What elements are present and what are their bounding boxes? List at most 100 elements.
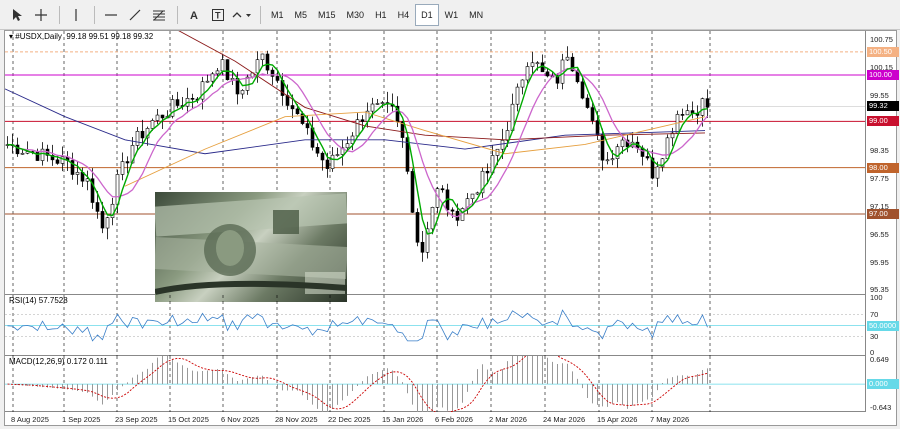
- date-label: 6 Feb 2026: [435, 415, 473, 424]
- date-label: 22 Dec 2025: [328, 415, 371, 424]
- candle-body: [155, 114, 160, 121]
- timeframe-group: M1 M5 M15 M30 H1 H4 D1 W1 MN: [266, 3, 489, 26]
- price-tag: 99.32: [867, 101, 899, 112]
- candle-body: [665, 137, 670, 160]
- vertical-line-icon[interactable]: [65, 4, 87, 26]
- date-label: 15 Apr 2026: [597, 415, 638, 424]
- candle-body: [700, 98, 705, 116]
- candle-body: [125, 161, 130, 164]
- candle-body: [55, 159, 60, 164]
- date-label: 6 Nov 2025: [221, 415, 260, 424]
- timeframe-mn[interactable]: MN: [464, 4, 488, 26]
- candle-body: [545, 71, 550, 77]
- price-axis[interactable]: 100.75100.1599.5598.9598.3597.7597.1596.…: [865, 31, 899, 295]
- price-chart[interactable]: [4, 28, 865, 295]
- candle-body: [265, 53, 270, 71]
- macd-label: 0.649: [870, 355, 889, 364]
- candle-body: [100, 211, 105, 229]
- timeframe-h1[interactable]: H1: [370, 4, 392, 26]
- candle-body: [470, 193, 475, 199]
- price-pane[interactable]: ▾ #USDX,Daily 99.18 99.51 99.18 99.32: [4, 28, 865, 302]
- timeframe-m1[interactable]: M1: [266, 4, 289, 26]
- toolbar-divider: [94, 5, 95, 24]
- price-label: 100.75: [870, 35, 893, 45]
- crosshair-icon[interactable]: [30, 4, 52, 26]
- candle-body: [705, 98, 710, 108]
- rsi-axis[interactable]: 100 70 30 0 50.0000: [865, 293, 899, 357]
- svg-text:T: T: [215, 10, 221, 20]
- timeframe-m5[interactable]: M5: [290, 4, 313, 26]
- candle-body: [375, 103, 380, 105]
- price-label: 95.95: [870, 257, 889, 267]
- candle-body: [15, 144, 20, 155]
- macd-label: -0.643: [870, 403, 892, 412]
- candle-body: [605, 159, 610, 162]
- candle-body: [380, 102, 385, 104]
- time-axis[interactable]: 8 Aug 2025 1 Sep 2025 23 Sep 2025 15 Oct 20…: [5, 412, 898, 427]
- candle-body: [255, 59, 260, 74]
- rsi-label: 70: [870, 309, 879, 319]
- dollar-banknotes-image: [155, 192, 347, 302]
- date-label: 1 Sep 2025: [62, 415, 101, 424]
- date-label: 23 Sep 2025: [115, 415, 158, 424]
- rsi-chart[interactable]: [5, 295, 865, 356]
- toolbar-divider: [177, 5, 178, 24]
- candle-body: [305, 123, 310, 129]
- cursor-icon[interactable]: [6, 4, 28, 26]
- candle-body: [345, 143, 350, 149]
- date-label: 28 Nov 2025: [275, 415, 318, 424]
- fibonacci-icon[interactable]: [148, 4, 170, 26]
- candle-body: [20, 152, 25, 155]
- candle-body: [600, 134, 605, 161]
- chart-toolbar: A T M1 M5 M15 M30 H1 H4 D1 W1 MN: [0, 0, 900, 30]
- date-label: 2 Mar 2026: [489, 415, 527, 424]
- macd-chart[interactable]: [5, 344, 865, 422]
- rsi-title: RSI(14) 57.7528: [9, 296, 68, 305]
- candle-body: [275, 76, 280, 81]
- ohlc-values: 99.18 99.51 99.18 99.32: [66, 32, 154, 41]
- timeframe-m30[interactable]: M30: [342, 4, 370, 26]
- rsi-pane[interactable]: RSI(14) 57.7528: [5, 295, 865, 356]
- candle-body: [515, 86, 520, 105]
- candle-body: [485, 170, 490, 174]
- trendline-icon[interactable]: [124, 4, 146, 26]
- chart-title: ▾ #USDX,Daily 99.18 99.51 99.18 99.32: [9, 32, 153, 41]
- candle-body: [585, 97, 590, 108]
- timeframe-w1[interactable]: W1: [440, 4, 464, 26]
- date-label: 15 Oct 2025: [168, 415, 209, 424]
- candle-body: [610, 158, 615, 161]
- text-icon[interactable]: A: [183, 4, 205, 26]
- candle-body: [450, 209, 455, 212]
- candle-body: [415, 212, 420, 243]
- candle-body: [190, 98, 195, 100]
- symbol-title: #USDX,Daily: [15, 32, 62, 41]
- candle-body: [230, 77, 235, 81]
- candle-body: [335, 154, 340, 156]
- svg-text:A: A: [190, 10, 198, 22]
- candle-body: [530, 62, 535, 67]
- date-label: 7 May 2026: [650, 415, 690, 424]
- macd-axis[interactable]: 0.649 -0.643 0.000: [865, 355, 899, 412]
- candle-body: [410, 171, 415, 213]
- macd-pane[interactable]: MACD(12,26,9) 0.172 0.111: [5, 344, 865, 422]
- candle-body: [520, 79, 525, 88]
- candle-body: [150, 120, 155, 129]
- horizontal-line-icon[interactable]: [100, 4, 122, 26]
- candle-body: [430, 207, 435, 230]
- candle-body: [440, 188, 445, 191]
- candle-body: [590, 107, 595, 121]
- candle-body: [315, 147, 320, 154]
- timeframe-d1[interactable]: D1: [415, 3, 439, 26]
- macd-title: MACD(12,26,9) 0.172 0.111: [9, 357, 108, 366]
- shapes-icon[interactable]: [231, 4, 253, 26]
- candle-body: [105, 217, 110, 229]
- ma-long-line: [174, 28, 706, 141]
- text-label-icon[interactable]: T: [207, 4, 229, 26]
- timeframe-h4[interactable]: H4: [393, 4, 415, 26]
- candle-body: [120, 161, 125, 175]
- candle-body: [95, 202, 100, 212]
- candle-body: [355, 119, 360, 137]
- timeframe-m15[interactable]: M15: [313, 4, 341, 26]
- date-label: 15 Jan 2026: [382, 415, 424, 424]
- price-tag: 100.50: [867, 46, 899, 57]
